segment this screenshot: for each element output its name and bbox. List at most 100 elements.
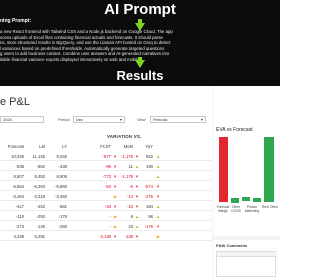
table-cell: -3,136 [99, 234, 111, 239]
arrow-up-icon: ▲ [156, 174, 161, 179]
table-row[interactable]: -3,464 -3,318 -3,460 -14 -276 ▶ ▼ ▼ [0, 192, 212, 201]
table-row[interactable]: 4,248 5,291 -3,136 -136 ▼ ▼ ▶ [0, 232, 212, 241]
table-cell: 8,606 [56, 174, 67, 179]
table-cell: -14 [126, 194, 133, 199]
table-cell: - [109, 224, 111, 229]
year-select[interactable]: 2024 [0, 116, 44, 123]
table-row[interactable]: -273 -146 -256 - 23 -176 ▶ ▲ ▼ [0, 222, 212, 231]
arrow-right-icon: ▶ [113, 214, 117, 219]
dashboard: e P&L 2024 Period Dec ▾ View Periodic ▾ … [0, 86, 280, 280]
table-cell: -136 [124, 234, 133, 239]
x-axis-label: Other [269, 205, 279, 209]
arrow-right-icon: ▶ [156, 234, 160, 239]
arrow-up-icon: ▲ [156, 154, 161, 159]
ai-prompt-heading: AI Prompt [104, 1, 176, 18]
table-cell: -256 [58, 224, 67, 229]
comments-panel: P&W Comments [213, 240, 280, 280]
arrow-up-icon: ▲ [156, 164, 161, 169]
arrow-down-icon: ▼ [156, 194, 161, 199]
variation-section-title: VARIATION VS. [107, 134, 142, 139]
arrow-down-icon: ▼ [113, 174, 118, 179]
table-cell: 922 [146, 154, 153, 159]
table-cell: -6 [129, 184, 133, 189]
arrow-down-icon: ▼ [113, 154, 118, 159]
period-select[interactable]: Dec ▾ [73, 116, 125, 123]
table-row[interactable]: -538 -662 -438 -96 11 190 ▼ ▲ ▲ [0, 162, 212, 171]
arrow-up-icon: ▲ [135, 164, 140, 169]
arrow-down-icon: ▼ [135, 184, 140, 189]
table-cell: 184 [146, 204, 153, 209]
table-cell: -54 [104, 184, 111, 189]
table-cell: 10,045 [11, 154, 24, 159]
table-cell: 11 [128, 164, 133, 169]
year-value: 2024 [3, 117, 12, 122]
table-row[interactable]: -417 -453 -581 -34 -10 184 ▼ ▼ ▲ [0, 202, 212, 211]
period-value: Dec [76, 117, 84, 122]
view-value: Periodic [153, 117, 168, 122]
arrow-down-icon: ▼ [135, 204, 140, 209]
table-cell: 96 [148, 214, 153, 219]
arrow-down-icon: ▼ [113, 164, 118, 169]
table-cell: -438 [58, 164, 67, 169]
table-cell: -453 [36, 204, 45, 209]
bar-rent [264, 137, 274, 202]
table-cell: -146 [36, 224, 45, 229]
bar-forecast-margin [219, 137, 228, 202]
period-label: Period [58, 117, 70, 122]
arrow-up-icon: ▲ [135, 214, 140, 219]
table-cell: -1,176 [121, 154, 133, 159]
arrow-down-icon: ▼ [135, 174, 140, 179]
arrow-down-icon: ▼ [113, 204, 118, 209]
editor-toolbar[interactable] [217, 252, 277, 257]
view-select[interactable]: Periodic ▾ [150, 116, 206, 123]
x-axis-label: Forecast Margin [216, 205, 230, 213]
eva-chart-panel: EVA vs Forecast Forecast Margin Other CO… [213, 86, 280, 236]
table-cell: 9,046 [56, 154, 67, 159]
column-header: YoY [145, 144, 153, 149]
x-axis-label: Other COGS [231, 205, 241, 213]
column-header: LM [39, 144, 45, 149]
table-row[interactable]: -5,664 -6,293 -6,866 -54 -6 -574 ▼ ▼ ▼ [0, 182, 212, 191]
table-cell: -34 [104, 204, 111, 209]
arrow-right-icon: ▶ [113, 194, 117, 199]
arrow-down-icon: ▼ [156, 224, 161, 229]
table-cell: -1,176 [121, 174, 133, 179]
comments-title: P&W Comments [216, 243, 248, 248]
column-header: LY [62, 144, 67, 149]
table-cell: -417 [15, 204, 24, 209]
table-cell: 5,291 [34, 234, 45, 239]
column-header: FCST [100, 144, 111, 149]
table-cell: -773 [102, 174, 111, 179]
table-cell: -6,866 [55, 184, 67, 189]
view-label: View [137, 117, 146, 122]
table-cell: -273 [15, 224, 24, 229]
bar-marketing [253, 198, 261, 202]
table-cell: -293 [36, 214, 45, 219]
table-row[interactable]: 8,507 8,453 8,606 -773 -1,176 ▼ ▼ ▲ [0, 172, 212, 181]
table-cell: 8,507 [13, 174, 24, 179]
table-cell: 23 [128, 224, 133, 229]
prompt-banner: AI Prompt ning Prompt: a new React front… [0, 0, 280, 86]
table-cell: -96 [104, 164, 111, 169]
arrow-up-icon: ▲ [135, 224, 140, 229]
table-cell: -877 [102, 154, 111, 159]
table-cell: -5,664 [12, 184, 24, 189]
prompt-label: ning Prompt: [0, 18, 32, 24]
table-cell: 4,248 [13, 234, 24, 239]
comment-editor[interactable] [216, 251, 277, 277]
table-cell: -538 [15, 164, 24, 169]
pl-panel: e P&L 2024 Period Dec ▾ View Periodic ▾ … [0, 86, 212, 280]
results-heading: Results [116, 68, 164, 83]
table-cell: 190 [146, 164, 153, 169]
table-cell: -3,464 [12, 194, 24, 199]
arrow-down-icon: ▼ [135, 194, 140, 199]
chevron-down-icon: ▾ [200, 117, 203, 122]
arrow-down-icon: ▼ [135, 234, 140, 239]
table-cell: 8,453 [34, 174, 45, 179]
chevron-down-icon: ▾ [119, 117, 122, 122]
table-row[interactable]: -110 -293 -176 - 6 96 ▶ ▲ ▲ [0, 212, 212, 221]
page-title: e P&L [0, 96, 30, 108]
table-row[interactable]: 10,045 11,145 9,046 -877 -1,176 922 ▼ ▼ ▲ [0, 152, 212, 161]
table-cell: -662 [36, 164, 45, 169]
table-cell: -3,318 [33, 194, 45, 199]
